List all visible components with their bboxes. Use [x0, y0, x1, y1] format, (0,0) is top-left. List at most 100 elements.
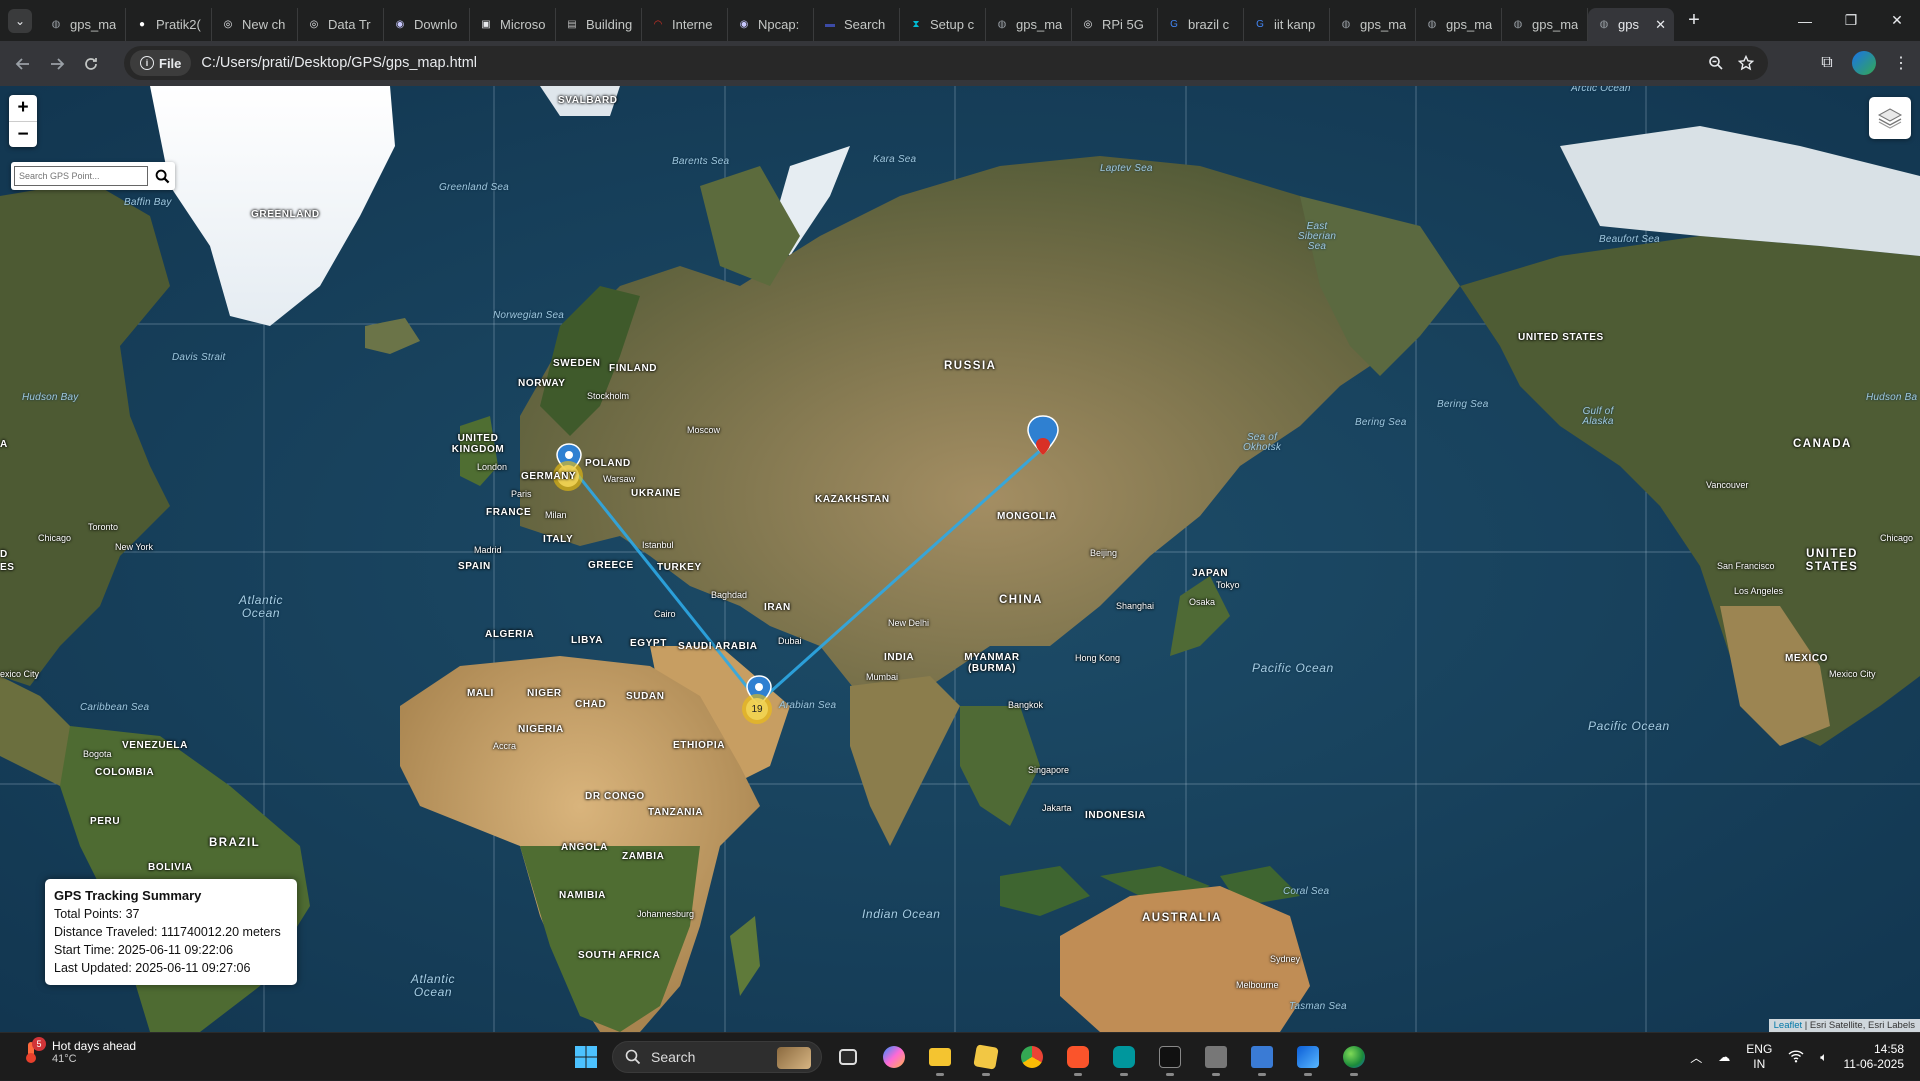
sea-label: Caribbean Sea: [80, 702, 150, 713]
browser-tab[interactable]: Gbrazil c: [1158, 8, 1244, 41]
terminal-icon[interactable]: [1150, 1037, 1190, 1077]
leaflet-map[interactable]: 17 19 SVALBARD GREENLAND SWEDEN FINLAND …: [0, 86, 1920, 1032]
search-button[interactable]: [151, 165, 173, 187]
country-label: JAPAN: [1192, 568, 1229, 579]
city-label: exico City: [0, 669, 40, 679]
url-text[interactable]: C:/Users/prati/Desktop/GPS/gps_map.html: [201, 55, 477, 71]
tab-title: Building: [586, 17, 633, 32]
arduino-icon[interactable]: [1104, 1037, 1144, 1077]
tab-title: gps_ma: [1360, 17, 1407, 32]
new-tab-button[interactable]: +: [1680, 7, 1708, 35]
browser-tab[interactable]: ◍ gps_ma: [986, 8, 1072, 41]
profile-avatar[interactable]: [1852, 51, 1876, 75]
volume-icon[interactable]: 🔈︎: [1820, 1050, 1827, 1065]
browser-tab[interactable]: ◍ gps_ma: [1416, 8, 1502, 41]
zoom-in-button[interactable]: +: [9, 95, 37, 121]
city-label: Bangkok: [1008, 700, 1044, 710]
wifi-icon[interactable]: [1788, 1049, 1804, 1066]
browser-tab[interactable]: ● Pratik2(: [126, 8, 212, 41]
country-label: MEXICO: [1785, 653, 1829, 664]
sea-label: Bering Sea: [1437, 399, 1489, 410]
browser-tab[interactable]: ◎ RPi 5G: [1072, 8, 1158, 41]
browser-tab[interactable]: ▬ Search: [814, 8, 900, 41]
country-label: COLOMBIA: [95, 767, 155, 778]
tab-title: iit kanp: [1274, 17, 1316, 32]
browser-tab[interactable]: ◉ Downlo: [384, 8, 470, 41]
menu-kebab-icon[interactable]: ⋮: [1890, 53, 1912, 73]
city-label: New York: [115, 542, 154, 552]
file-explorer-icon[interactable]: [920, 1037, 960, 1077]
site-info-chip[interactable]: i File: [130, 50, 192, 76]
forward-button[interactable]: [40, 47, 74, 81]
globe-icon: ◍: [51, 19, 61, 30]
browser-tab[interactable]: ◎ New ch: [212, 8, 298, 41]
browser-tab[interactable]: ◠ Interne: [642, 8, 728, 41]
browser-tab[interactable]: ◍ gps_ma: [40, 8, 126, 41]
globe-icon: ◍: [1427, 19, 1437, 30]
chatgpt-icon: ◎: [223, 19, 233, 30]
onedrive-icon[interactable]: ☁: [1718, 1050, 1730, 1064]
city-label: Melbourne: [1236, 980, 1279, 990]
sea-label: Coral Sea: [1283, 886, 1330, 897]
browser-tab[interactable]: ⧗ Setup c: [900, 8, 986, 41]
browser-tab[interactable]: ▤ Building: [556, 8, 642, 41]
country-label: POLAND: [585, 458, 631, 469]
weather-widget[interactable]: 5 Hot days ahead 41°C: [18, 1037, 136, 1065]
zoom-magnifier-icon[interactable]: [1708, 55, 1724, 71]
country-label: NAMIBIA: [559, 890, 606, 901]
country-label: NIGER: [527, 688, 562, 699]
close-tab-icon[interactable]: ✕: [1655, 17, 1666, 33]
sea-label: Gulf of Alaska: [1582, 406, 1614, 427]
layers-control[interactable]: [1869, 97, 1911, 139]
taskbar-apps: Search: [566, 1037, 1374, 1077]
taskbar-search-box[interactable]: Search: [612, 1041, 822, 1073]
bookmark-star-icon[interactable]: [1738, 55, 1754, 71]
start-button[interactable]: [566, 1037, 606, 1077]
clock[interactable]: 14:58 11-06-2025: [1844, 1042, 1905, 1072]
taskbar-search-label: Search: [651, 1049, 696, 1065]
sea-label: Greenland Sea: [439, 182, 509, 193]
sea-label: Sea of Okhotsk: [1242, 432, 1282, 453]
close-window-button[interactable]: ✕: [1874, 0, 1920, 41]
tab-search-button[interactable]: ⌄: [8, 8, 32, 33]
language-code: ENG: [1746, 1042, 1773, 1056]
sticky-app-icon[interactable]: [966, 1037, 1006, 1077]
browser-tab[interactable]: ◍ gps_ma: [1330, 8, 1416, 41]
sea-label: Laptev Sea: [1100, 163, 1153, 174]
zoom-out-button[interactable]: −: [9, 121, 37, 147]
browser-tab[interactable]: ▣ Microso: [470, 8, 556, 41]
city-label: Bogota: [83, 749, 112, 759]
copilot-icon[interactable]: [874, 1037, 914, 1077]
notepad-icon[interactable]: [1242, 1037, 1282, 1077]
browser-tab[interactable]: ◍ gps ✕: [1588, 8, 1674, 41]
tool-app-icon[interactable]: [1196, 1037, 1236, 1077]
leaflet-link[interactable]: Leaflet: [1774, 1020, 1803, 1031]
country-label: GREENLAND: [251, 209, 320, 220]
tab-title: New ch: [242, 17, 286, 32]
marker-cluster[interactable]: 19: [742, 694, 772, 724]
chevron-up-icon[interactable]: ︿: [1690, 1049, 1702, 1066]
browser-tab[interactable]: ◎ Data Tr: [298, 8, 384, 41]
country-label: CHINA: [999, 594, 1043, 606]
reload-button[interactable]: [74, 47, 108, 81]
extensions-icon[interactable]: ⧉: [1816, 54, 1838, 72]
back-button[interactable]: [6, 47, 40, 81]
country-label: SUDAN: [626, 691, 665, 702]
photos-app-icon[interactable]: [1288, 1037, 1328, 1077]
chrome-icon[interactable]: [1012, 1037, 1052, 1077]
restore-button[interactable]: ❐: [1828, 0, 1874, 41]
tab-title: RPi 5G: [1102, 17, 1144, 32]
tab-title: Npcap:: [758, 17, 800, 32]
language-indicator[interactable]: ENG IN: [1746, 1042, 1772, 1072]
browser-tab[interactable]: ◉ Npcap:: [728, 8, 814, 41]
globe-app-icon[interactable]: [1334, 1037, 1374, 1077]
task-view-icon[interactable]: [828, 1037, 868, 1077]
browser-tab[interactable]: Giit kanp: [1244, 8, 1330, 41]
minimize-button[interactable]: —: [1782, 0, 1828, 41]
country-label: ES: [0, 562, 15, 573]
browser-tab[interactable]: ◍ gps_ma: [1502, 8, 1588, 41]
brave-browser-icon[interactable]: [1058, 1037, 1098, 1077]
city-label: Cairo: [654, 609, 676, 619]
gps-search-input[interactable]: [14, 166, 148, 186]
address-bar[interactable]: i File C:/Users/prati/Desktop/GPS/gps_ma…: [124, 46, 1768, 80]
